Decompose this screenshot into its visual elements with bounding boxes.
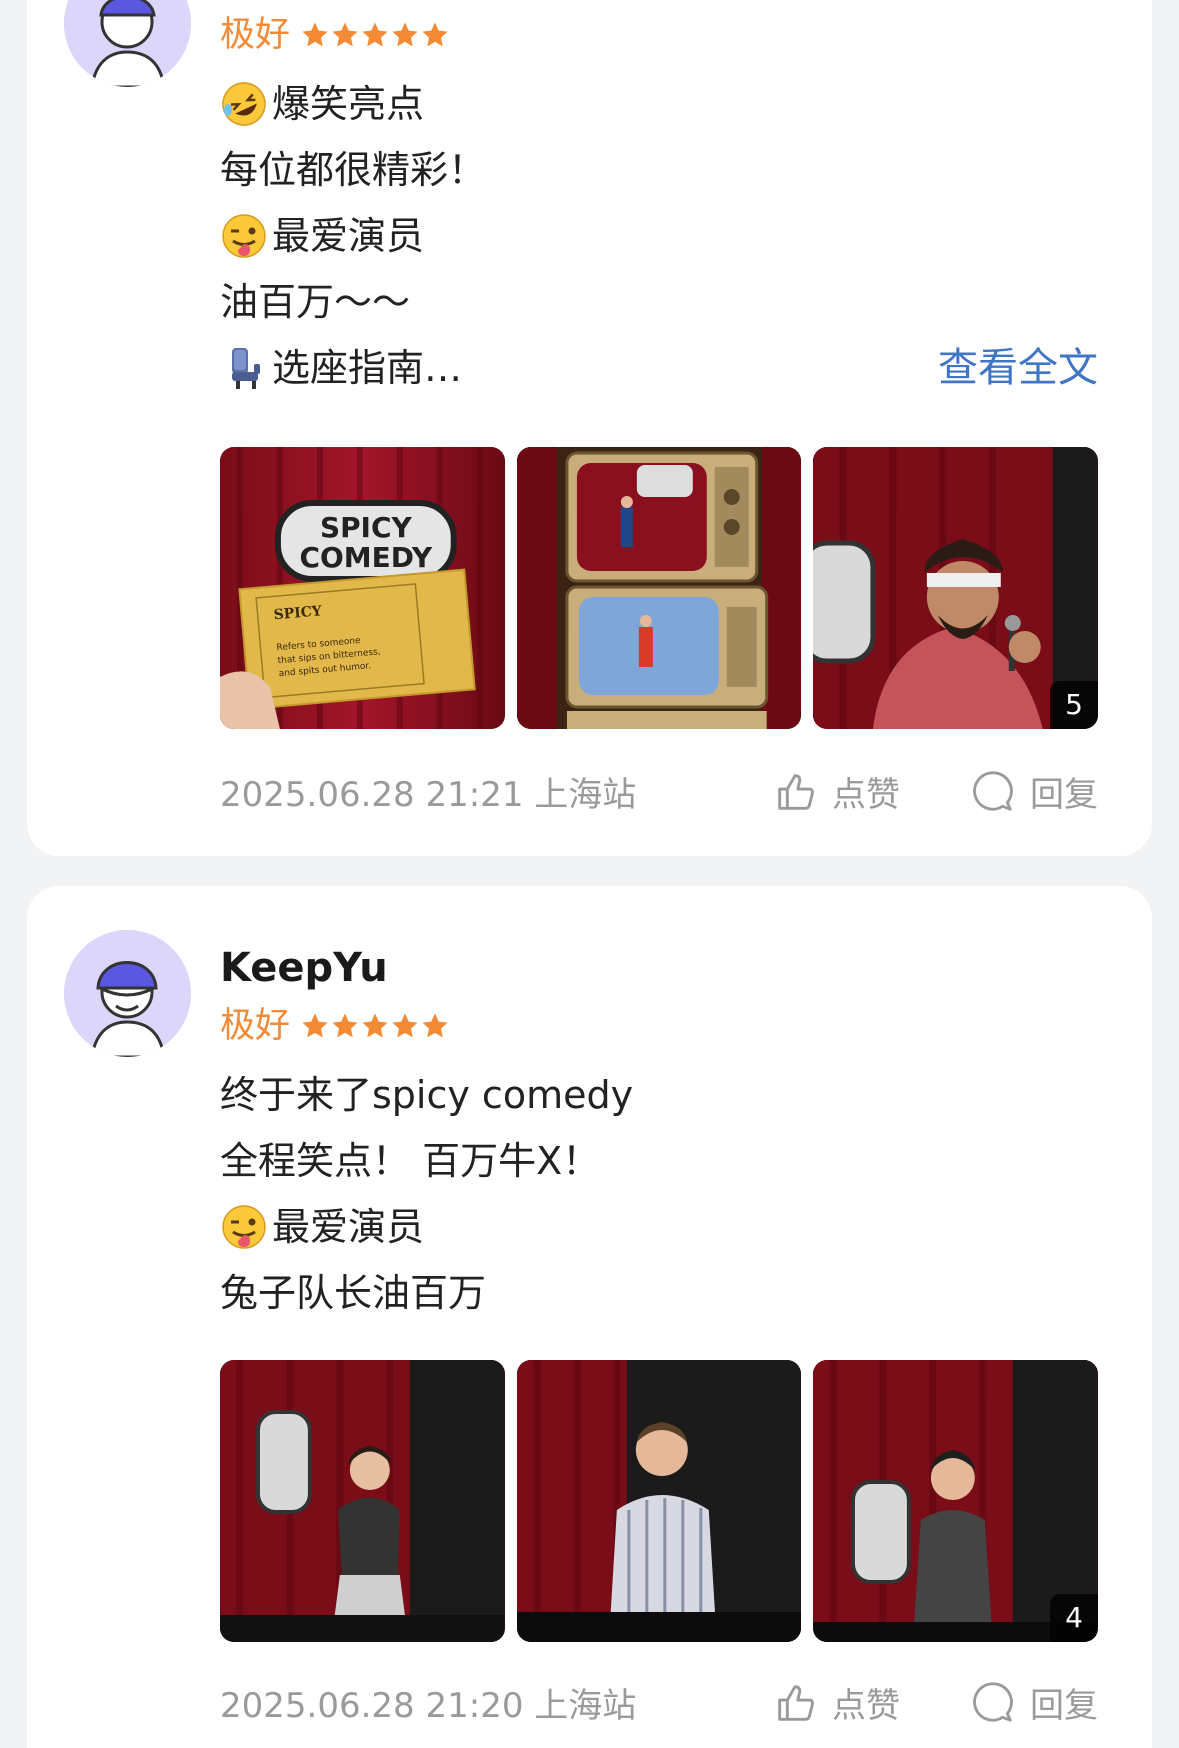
reply-label: 回复	[1030, 774, 1098, 815]
spicy-sign-line1: SPICY	[320, 511, 413, 544]
review-footer: 2025.06.28 21:20 上海站 点赞 回复	[220, 1672, 1098, 1732]
read-more-link[interactable]: 查看全文	[938, 335, 1098, 401]
review-timestamp: 2025.06.28 21:20 上海站	[220, 1685, 637, 1726]
photo-grid: SPICY COMEDY SPICY Refers to someone tha…	[220, 447, 1099, 729]
review-photo[interactable]	[516, 447, 802, 729]
review-line: 终于来了spicy comedy	[220, 1073, 634, 1117]
star-icon	[420, 1011, 450, 1041]
rating-label: 极好	[220, 15, 291, 55]
spicy-sign-line2: COMEDY	[300, 541, 433, 574]
star-rating	[300, 1011, 450, 1041]
review-text[interactable]: 爆笑亮点 每位都很精彩！ 最爱演员 油百万～～ 选座指南… 查看全文	[220, 71, 1098, 401]
review-line: 最爱演员	[220, 1194, 1098, 1260]
winking-tongue-emoji	[220, 1203, 268, 1251]
reply-label: 回复	[1030, 1685, 1098, 1726]
like-label: 点赞	[832, 774, 900, 815]
review-timestamp: 2025.06.28 21:21 上海站	[220, 774, 637, 815]
thumbs-up-icon	[778, 1685, 814, 1721]
review-photo[interactable]: 5	[813, 447, 1099, 729]
comment-bubble-icon	[973, 771, 1013, 811]
star-icon	[420, 20, 450, 50]
review-photo[interactable]: 4	[813, 1360, 1099, 1642]
review-line: 爆笑亮点	[220, 71, 1098, 137]
avatar-illustration	[64, 0, 191, 87]
review-line: 每位都很精彩！	[220, 148, 487, 192]
comment-bubble-icon	[973, 1682, 1013, 1722]
user-avatar[interactable]	[64, 0, 191, 87]
photo-grid: 4	[220, 1360, 1099, 1642]
review-text[interactable]: 终于来了spicy comedy 全程笑点！ 百万牛X！ 最爱演员 兔子队长油百…	[220, 1062, 1098, 1326]
star-icon	[330, 20, 360, 50]
reply-button[interactable]: 回复	[970, 1678, 1098, 1727]
like-button[interactable]: 点赞	[772, 1678, 900, 1727]
star-icon	[360, 20, 390, 50]
star-rating	[300, 20, 450, 50]
star-icon	[330, 1011, 360, 1041]
reply-button[interactable]: 回复	[970, 767, 1098, 816]
review-photo[interactable]	[516, 1360, 802, 1642]
thumbs-up-icon	[778, 774, 814, 810]
review-line: 油百万～～	[220, 280, 411, 324]
review-photo[interactable]: SPICY COMEDY SPICY Refers to someone tha…	[220, 447, 505, 729]
star-icon	[300, 1011, 330, 1041]
rofl-emoji	[220, 80, 268, 128]
like-label: 点赞	[832, 1685, 900, 1726]
star-icon	[360, 1011, 390, 1041]
photo-count-badge: 5	[1050, 681, 1099, 729]
star-icon	[300, 20, 330, 50]
star-icon	[390, 20, 420, 50]
review-card: KeepYu 极好 终于来了spicy comedy 全程笑点！ 百万牛X！ 最…	[27, 886, 1152, 1748]
user-avatar[interactable]	[64, 930, 191, 1057]
review-card: 极好 爆笑亮点 每位都很精彩！ 最爱演员 油百万～～ 选座指南… 查看全文 SP…	[27, 0, 1152, 856]
star-icon	[390, 1011, 420, 1041]
review-photo[interactable]	[220, 1360, 505, 1642]
avatar-illustration	[64, 930, 191, 1057]
username[interactable]: KeepYu	[220, 938, 1098, 998]
rating-row: 极好	[220, 7, 1098, 63]
seat-emoji	[220, 344, 268, 392]
review-line: 全程笑点！ 百万牛X！	[220, 1139, 601, 1183]
review-line: 最爱演员	[220, 203, 1098, 269]
rating-row: 极好	[220, 998, 1098, 1054]
photo-count-badge: 4	[1050, 1594, 1099, 1642]
like-button[interactable]: 点赞	[772, 767, 900, 816]
review-line: 兔子队长油百万	[220, 1271, 487, 1315]
review-footer: 2025.06.28 21:21 上海站 点赞 回复	[220, 761, 1098, 821]
winking-tongue-emoji	[220, 212, 268, 260]
rating-label: 极好	[220, 1006, 291, 1046]
